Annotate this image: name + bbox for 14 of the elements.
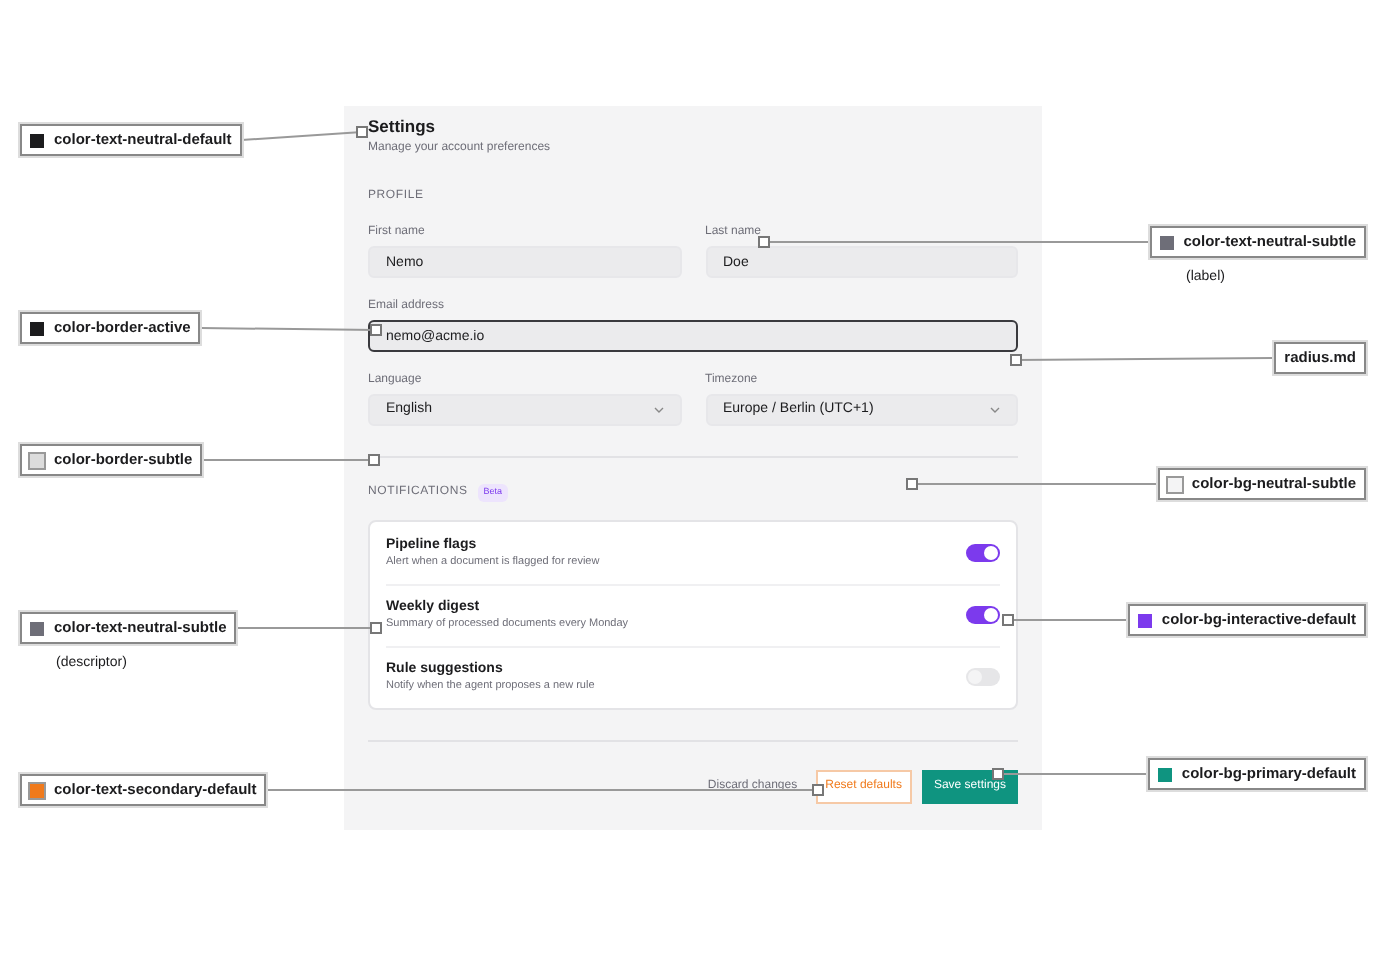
panel-title: Settings: [368, 116, 438, 138]
anchor-marker: [368, 454, 380, 466]
anchor-marker: [758, 236, 770, 248]
toggle-switch[interactable]: [966, 606, 1000, 625]
anchor-marker: [1010, 354, 1022, 366]
anchor-marker: [356, 126, 368, 138]
anchor-marker: [370, 324, 382, 336]
anchor-marker: [812, 784, 824, 796]
anchor-marker: [906, 478, 918, 490]
anchor-marker: [992, 768, 1004, 780]
toggle-switch[interactable]: [966, 668, 1000, 687]
toggle-switch[interactable]: [966, 543, 1000, 562]
chevron-down-icon: [990, 406, 1000, 414]
chevron-down-icon: [653, 406, 663, 414]
